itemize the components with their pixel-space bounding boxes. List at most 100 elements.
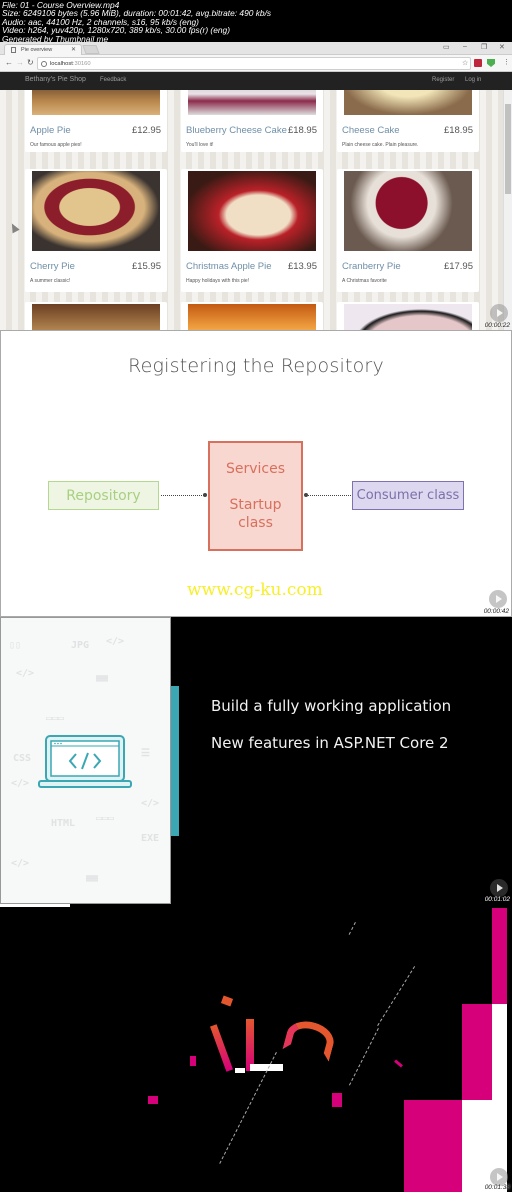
product-description: You'll love it! — [186, 142, 214, 148]
slide-title: Registering the Repository — [128, 355, 384, 377]
play-icon — [490, 304, 508, 322]
product-price: £13.95 — [287, 261, 317, 272]
play-icon — [489, 590, 507, 608]
product-image[interactable] — [344, 171, 472, 251]
extension-icon[interactable] — [474, 59, 482, 67]
product-image[interactable] — [188, 171, 316, 251]
arrowhead-icon — [304, 493, 308, 497]
frame-intro-animation: 00:01:38 — [0, 904, 512, 1192]
product-card[interactable]: Christmas Apple Pie £13.95 Happy holiday… — [181, 169, 323, 292]
url-input[interactable]: localhost:30160 — [37, 57, 471, 70]
page-icon — [11, 47, 16, 53]
bullet-text: New features in ASP.NET Core 2 — [211, 734, 449, 752]
frame-course-features: ▯▯ JPG </> </> ▦▦ ▭▭▭ CSS ☰ </> </> HTML… — [0, 617, 512, 904]
mouse-cursor-icon — [8, 221, 20, 234]
address-bar-row: ← → ↻ localhost:30160 ☆ ⋮ — [0, 55, 512, 72]
page-content: Apple Pie £12.95 Our famous apple pies! … — [0, 90, 512, 330]
star-icon[interactable]: ☆ — [462, 59, 468, 67]
shield-extension-icon[interactable] — [487, 59, 495, 67]
arrowhead-icon — [203, 493, 207, 497]
play-icon — [490, 879, 508, 897]
dashed-line — [348, 922, 356, 935]
product-name[interactable]: Cherry Pie — [30, 261, 75, 272]
white-fragment — [0, 904, 70, 907]
arrow-repo-to-services — [161, 495, 206, 496]
scrollbar-thumb[interactable] — [505, 104, 511, 194]
product-card[interactable]: Cherry Pie £15.95 A summer classic! — [25, 169, 167, 292]
product-description: Happy holidays with this pie! — [186, 278, 250, 284]
product-image[interactable] — [188, 90, 316, 115]
startup-label: Startup — [229, 497, 282, 513]
product-card[interactable]: Cheese Cake £18.95 Plain cheese cake. Pl… — [337, 90, 479, 152]
product-name[interactable]: Apple Pie — [30, 125, 71, 136]
white-fragment — [235, 1068, 245, 1073]
product-price: £18.95 — [287, 125, 317, 136]
product-card[interactable]: Apple Pie £12.95 Our famous apple pies! — [25, 90, 167, 152]
consumer-class-box: Consumer class — [352, 481, 464, 510]
product-card[interactable]: Blueberry Cheese Cake £18.95 You'll love… — [181, 90, 323, 152]
product-image[interactable] — [32, 304, 160, 330]
product-price: £18.95 — [443, 125, 473, 136]
magenta-block — [462, 1004, 492, 1100]
product-name[interactable]: Cheese Cake — [342, 125, 400, 136]
repository-box: Repository — [48, 481, 159, 510]
services-startup-box: Services Startup class — [208, 441, 303, 551]
accent-bar — [171, 686, 179, 836]
arrow-consumer-to-services — [306, 495, 351, 496]
forward-icon[interactable]: → — [16, 58, 24, 67]
close-tab-icon[interactable]: ✕ — [71, 46, 76, 53]
product-price: £12.95 — [131, 125, 161, 136]
product-card[interactable] — [181, 302, 323, 330]
url-port: :30160 — [72, 61, 91, 67]
product-name[interactable]: Blueberry Cheese Cake — [186, 125, 287, 136]
info-icon[interactable] — [41, 61, 47, 67]
product-price: £17.95 — [443, 261, 473, 272]
browser-tab[interactable]: Pie overview ✕ — [4, 44, 82, 55]
letter-stroke — [210, 1024, 233, 1072]
url-host: localhost — [50, 61, 73, 67]
close-window-icon[interactable]: ✕ — [499, 43, 505, 51]
nav-login-link[interactable]: Log in — [465, 77, 481, 83]
nav-feedback-link[interactable]: Feedback — [100, 77, 126, 83]
class-label: class — [238, 515, 273, 531]
product-image[interactable] — [344, 90, 472, 115]
product-card[interactable] — [337, 302, 479, 330]
site-brand-link[interactable]: Bethany's Pie Shop — [25, 76, 86, 83]
browser-tab-bar: Pie overview ✕ ▭ – ❐ ✕ — [0, 42, 512, 55]
letter-curve — [282, 1016, 338, 1062]
nav-register-link[interactable]: Register — [432, 77, 454, 83]
white-block — [492, 1004, 507, 1100]
product-description: Our famous apple pies! — [30, 142, 82, 148]
product-description: A summer classic! — [30, 278, 71, 284]
product-image[interactable] — [32, 171, 160, 251]
services-label: Services — [225, 461, 286, 477]
product-card[interactable]: Cranberry Pie £17.95 A Christmas favorit… — [337, 169, 479, 292]
magenta-block — [492, 908, 507, 1004]
magenta-fragment — [148, 1096, 158, 1104]
new-tab-button[interactable] — [82, 45, 100, 54]
timestamp: 00:00:22 — [484, 322, 510, 329]
scrollbar[interactable] — [503, 90, 512, 330]
back-icon[interactable]: ← — [5, 58, 13, 67]
dashed-line — [377, 966, 416, 1026]
product-name[interactable]: Christmas Apple Pie — [186, 261, 272, 272]
reload-icon[interactable]: ↻ — [27, 58, 34, 67]
product-card[interactable] — [25, 302, 167, 330]
product-image[interactable] — [344, 304, 472, 330]
menu-icon[interactable]: ⋮ — [503, 58, 510, 66]
magenta-fragment — [394, 1059, 403, 1068]
product-name[interactable]: Cranberry Pie — [342, 261, 401, 272]
product-price: £15.95 — [131, 261, 161, 272]
product-image[interactable] — [188, 304, 316, 330]
timestamp: 00:01:38 — [484, 1184, 510, 1191]
restore-icon[interactable]: ❐ — [481, 43, 487, 51]
user-icon[interactable]: ▭ — [443, 43, 450, 51]
orange-fragment — [220, 995, 234, 1007]
product-image[interactable] — [32, 90, 160, 115]
tab-title: Pie overview — [21, 47, 53, 53]
minimize-icon[interactable]: – — [463, 43, 467, 50]
product-description: A Christmas favorite — [342, 278, 387, 284]
product-description: Plain cheese cake. Plain pleasure. — [342, 142, 419, 148]
site-navbar: Bethany's Pie Shop Feedback Register Log… — [0, 72, 512, 90]
frame-browser: Pie overview ✕ ▭ – ❐ ✕ ← → ↻ localhost:3… — [0, 42, 512, 330]
